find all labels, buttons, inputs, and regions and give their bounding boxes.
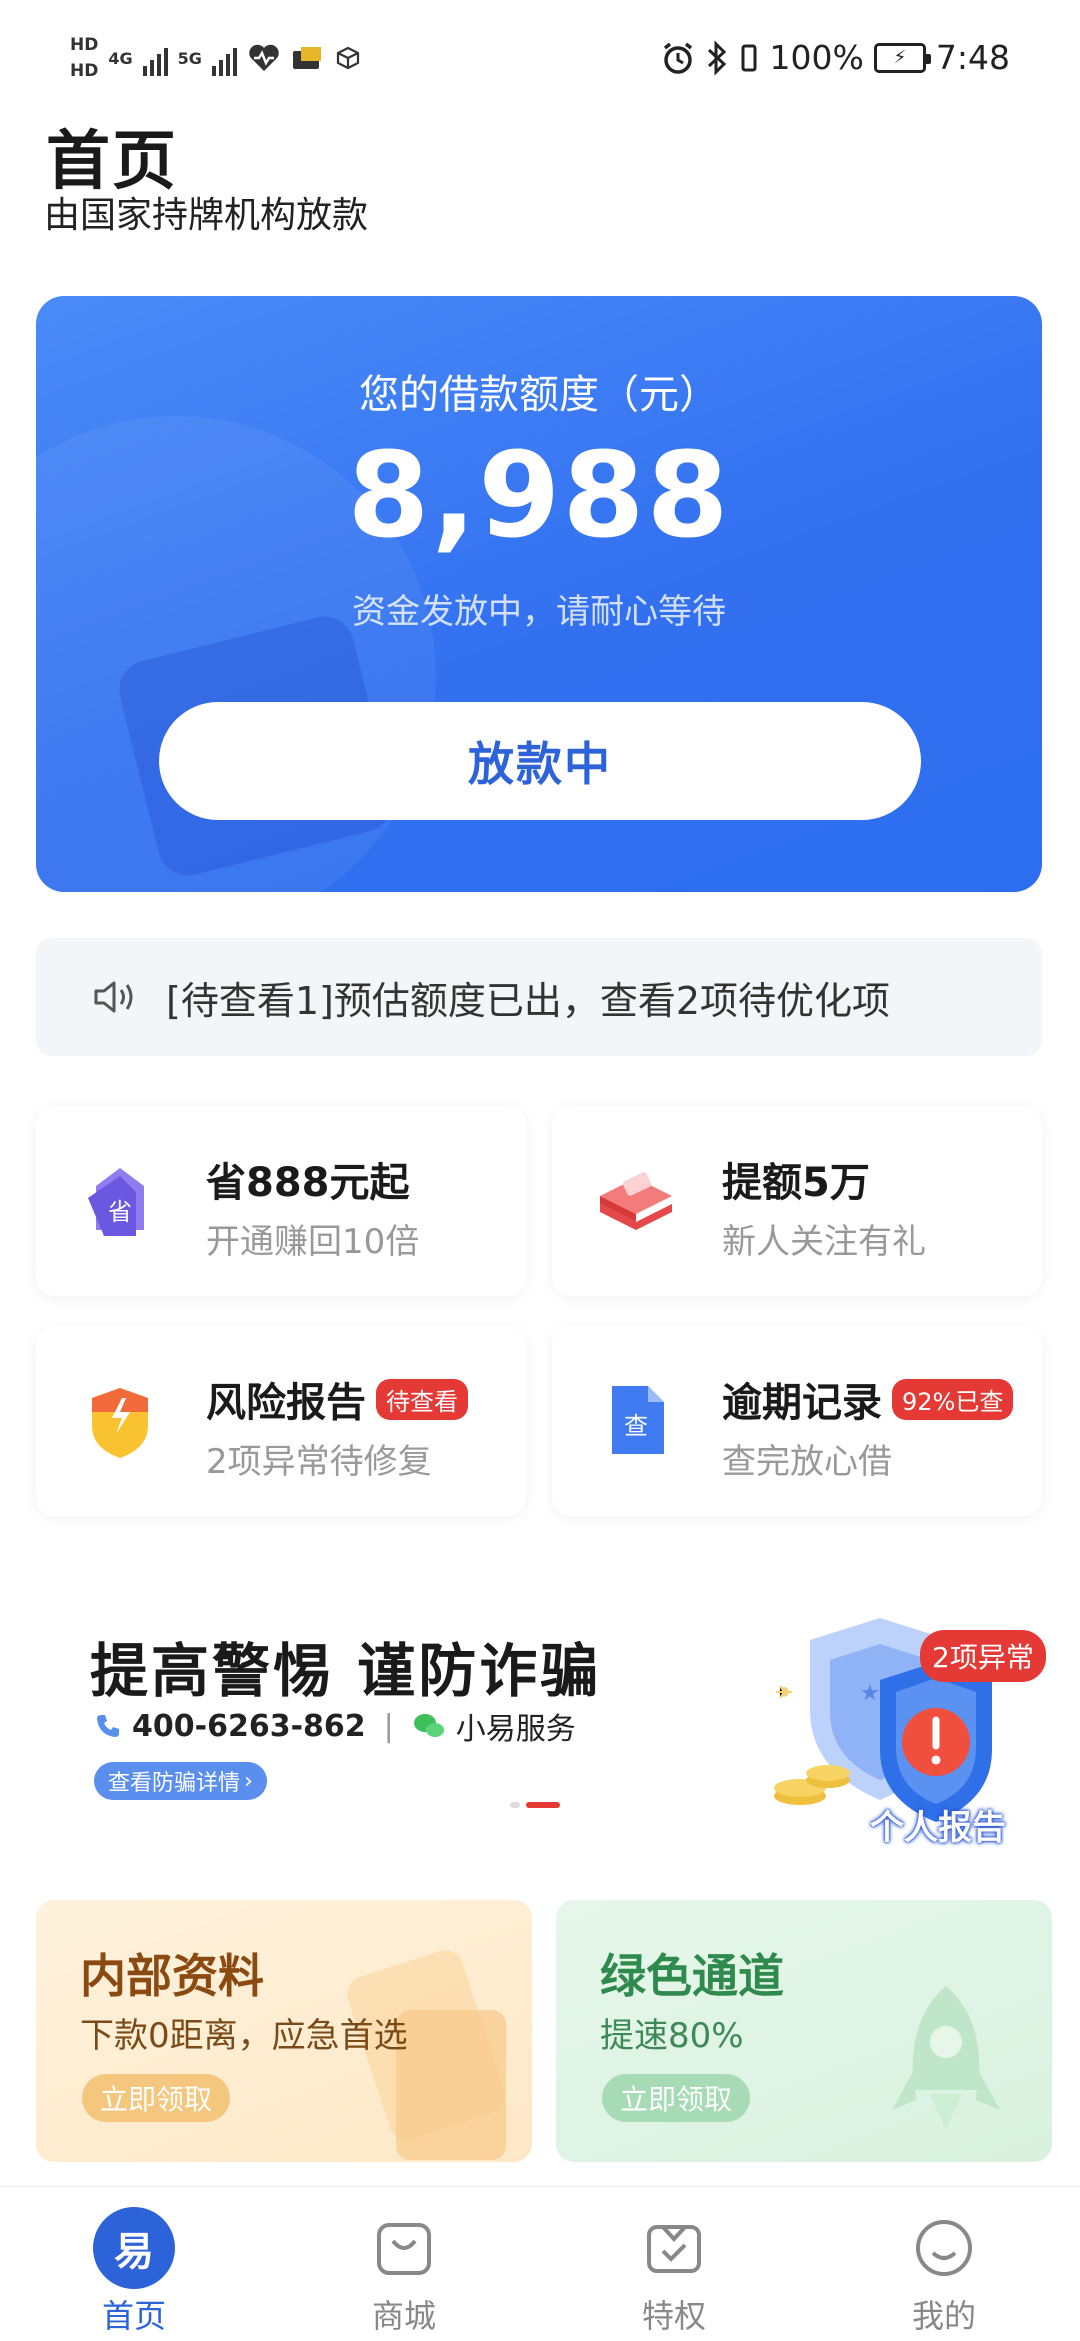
tile-raise-limit-title: 提额5万 <box>722 1150 870 1208</box>
network1-label: 4G <box>108 48 133 68</box>
tile-raise-limit[interactable]: 提额5万 新人关注有礼 <box>552 1106 1042 1296</box>
tile-save-title-text: 省888元起 <box>206 1160 410 1206</box>
save-tag-icon: 省 <box>88 1168 144 1236</box>
status-left: HD HD 4G 5G <box>70 32 361 84</box>
signal1-icon <box>142 40 168 76</box>
rocket-icon <box>892 1986 1000 2130</box>
promo-decoration-card-front <box>396 2010 506 2160</box>
speaker-icon <box>94 981 133 1013</box>
tab-privilege[interactable]: 特权 <box>574 2187 774 2341</box>
promo-green-channel[interactable]: 绿色通道 提速80% 立即领取 <box>556 1900 1052 2162</box>
tile-risk-report-title: 风险报告 待查看 <box>206 1370 468 1428</box>
hd2-label: HD <box>70 61 99 81</box>
personal-report-label: 个人报告 <box>870 1808 1006 1848</box>
fraud-details-link[interactable]: 查看防骗详情 › <box>94 1762 267 1800</box>
tab-home-label: 首页 <box>101 2297 166 2335</box>
tile-risk-report-badge: 待查看 <box>376 1378 468 1420</box>
wechat-icon <box>413 1714 444 1737</box>
bottom-tab-bar: 易 首页 商城 特权 我的 <box>0 2186 1080 2340</box>
tile-overdue-record[interactable]: 查 逾期记录 92%已查 查完放心借 <box>552 1326 1042 1516</box>
notice-bar[interactable]: [待查看1]预估额度已出，查看2项待优化项 <box>36 938 1042 1056</box>
profile-icon <box>907 2211 981 2285</box>
banner-phone: 400-6263-862 <box>132 1708 366 1744</box>
status-bar: HD HD 4G 5G 100% ⚡ 7:48 <box>0 0 1080 120</box>
promo-green-channel-subtitle: 提速80% <box>600 2016 744 2056</box>
loan-status-button[interactable]: 放款中 <box>159 702 921 820</box>
carousel-dot <box>510 1802 520 1808</box>
promo-internal-info-title: 内部资料 <box>80 1949 264 2003</box>
document-check-icon: 查 <box>612 1386 664 1454</box>
battery-percent: 100% <box>769 38 864 77</box>
box-icon <box>336 46 359 70</box>
alarm-icon <box>663 42 692 74</box>
tile-save[interactable]: 省 省888元起 开通赚回10倍 <box>36 1106 526 1296</box>
hd1-label: HD <box>70 35 99 55</box>
promo-internal-info-button[interactable]: 立即领取 <box>82 2074 231 2122</box>
folder-notify-icon <box>292 47 321 69</box>
anti-fraud-banner[interactable]: 提高警惕 谨防诈骗 400-6263-862 | 小易服务 查看防骗详情 › ★ … <box>0 1600 1080 1850</box>
banner-title: 提高警惕 谨防诈骗 <box>90 1637 602 1705</box>
shopping-bag-icon <box>367 2211 441 2285</box>
tile-raise-limit-subtitle: 新人关注有礼 <box>722 1222 926 1262</box>
tile-save-subtitle: 开通赚回10倍 <box>206 1222 420 1262</box>
phone-icon <box>97 1715 119 1737</box>
banner-separator: | <box>383 1708 394 1744</box>
signal2-icon <box>211 40 237 76</box>
tile-raise-limit-title-text: 提额5万 <box>722 1160 870 1206</box>
svg-text:查: 查 <box>624 1412 648 1440</box>
battery-icon: ⚡ <box>873 42 931 73</box>
carousel-dot-active <box>526 1802 560 1808</box>
notice-text: [待查看1]预估额度已出，查看2项待优化项 <box>166 978 891 1023</box>
tab-mall-label: 商城 <box>371 2297 436 2335</box>
home-icon-glyph: 易 <box>114 2229 154 2275</box>
promo-internal-info-subtitle: 下款0距离，应急首选 <box>80 2016 408 2056</box>
banner-service: 小易服务 <box>455 1712 576 1747</box>
network2-label: 5G <box>177 48 202 68</box>
tab-profile[interactable]: 我的 <box>844 2187 1044 2341</box>
loan-status-note: 资金发放中，请耐心等待 <box>352 592 726 632</box>
promo-green-channel-title: 绿色通道 <box>600 1949 784 2003</box>
tile-save-title: 省888元起 <box>206 1150 410 1208</box>
risk-shield-icon <box>92 1388 148 1458</box>
chevron-right-icon: › <box>244 1768 253 1794</box>
tab-profile-label: 我的 <box>911 2297 976 2335</box>
banner-contact: 400-6263-862 | 小易服务 <box>94 1704 576 1748</box>
tile-overdue-record-subtitle: 查完放心借 <box>722 1442 892 1482</box>
clock-time: 7:48 <box>935 38 1010 77</box>
tile-overdue-record-badge: 92%已查 <box>892 1378 1014 1420</box>
tile-overdue-record-title-text: 逾期记录 <box>722 1380 882 1426</box>
money-stack-icon <box>600 1172 672 1230</box>
tab-mall[interactable]: 商城 <box>304 2187 504 2341</box>
tab-home[interactable]: 易 首页 <box>34 2187 234 2341</box>
svg-text:省: 省 <box>108 1198 132 1226</box>
bluetooth-icon <box>707 39 726 76</box>
home-icon: 易 <box>93 2207 175 2289</box>
tile-risk-report[interactable]: 风险报告 待查看 2项异常待修复 <box>36 1326 526 1516</box>
vibrate-icon <box>741 44 757 71</box>
tab-privilege-label: 特权 <box>641 2297 706 2335</box>
tile-risk-report-subtitle: 2项异常待修复 <box>206 1442 432 1482</box>
promo-green-channel-button[interactable]: 立即领取 <box>602 2074 751 2122</box>
status-right: 100% ⚡ 7:48 <box>660 38 1010 77</box>
promo-internal-info[interactable]: 内部资料 下款0距离，应急首选 立即领取 <box>36 1900 532 2162</box>
loan-amount-label: 您的借款额度（元） <box>359 372 719 418</box>
privilege-icon <box>637 2211 711 2285</box>
page-subtitle: 由国家持牌机构放款 <box>44 195 369 236</box>
health-icon <box>249 44 279 71</box>
tile-overdue-record-title: 逾期记录 92%已查 <box>722 1370 1014 1428</box>
loan-card: 您的借款额度（元） 8,988 资金发放中，请耐心等待 放款中 <box>36 296 1042 892</box>
fraud-details-link-text: 查看防骗详情 <box>108 1771 241 1796</box>
hd-indicator: HD HD <box>70 32 98 84</box>
tile-risk-report-title-text: 风险报告 <box>206 1380 366 1426</box>
loan-amount-value: 8,988 <box>347 426 731 564</box>
abnormal-badge: 2项异常 <box>920 1630 1046 1682</box>
carousel-indicator <box>510 1802 560 1808</box>
